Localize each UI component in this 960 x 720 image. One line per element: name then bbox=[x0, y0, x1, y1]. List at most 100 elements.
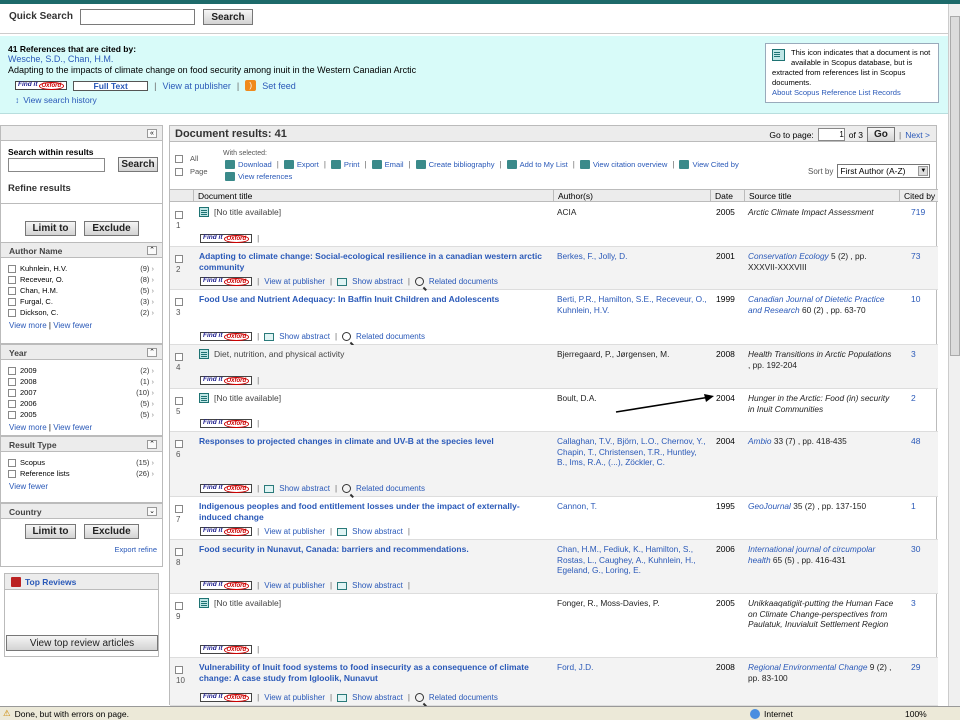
rss-icon[interactable]: ) bbox=[245, 80, 257, 91]
source-title[interactable]: International journal of circumpolar hea… bbox=[748, 544, 896, 565]
limit-to-button[interactable]: Limit to bbox=[25, 221, 76, 236]
view-at-publisher-link[interactable]: View at publisher bbox=[264, 693, 325, 702]
filter-item[interactable]: 2006 (5) › bbox=[1, 398, 162, 409]
filter-item[interactable]: 2005 (5) › bbox=[1, 409, 162, 420]
col-source-title[interactable]: Source title bbox=[744, 190, 901, 202]
document-title[interactable]: Food Use and Nutrient Adequacy: In Baffi… bbox=[199, 294, 544, 305]
find-it-oxford-button[interactable]: Find it Oxford bbox=[200, 419, 253, 428]
authors[interactable]: Berti, P.R., Hamilton, S.E., Receveur, O… bbox=[557, 294, 709, 315]
col-cited-by[interactable]: Cited by bbox=[899, 190, 938, 202]
view-more-link[interactable]: View more bbox=[9, 423, 47, 432]
source-title[interactable]: Ambio 33 (7) , pp. 418-435 bbox=[748, 436, 896, 447]
search-within-button[interactable]: Search bbox=[118, 157, 158, 172]
show-abstract-link[interactable]: Show abstract bbox=[279, 484, 330, 493]
find-it-oxford-button[interactable]: Find it Oxford bbox=[200, 376, 253, 385]
cited-by-count[interactable]: 30 bbox=[911, 544, 920, 554]
filter-checkbox[interactable] bbox=[8, 458, 16, 467]
filter-checkbox[interactable] bbox=[8, 388, 16, 397]
source-title[interactable]: Regional Environmental Change 9 (2) , pp… bbox=[748, 662, 896, 683]
view-fewer-link[interactable]: View fewer bbox=[9, 482, 48, 491]
tool-2[interactable]: Print bbox=[330, 160, 360, 169]
search-within-input[interactable] bbox=[8, 158, 105, 172]
filter-item[interactable]: 2007 (10) › bbox=[1, 387, 162, 398]
find-it-oxford-button[interactable]: Find it Oxford bbox=[200, 645, 253, 654]
row-checkbox[interactable] bbox=[175, 440, 183, 448]
filter-checkbox[interactable] bbox=[8, 297, 16, 306]
find-it-oxford-button[interactable]: Find it Oxford bbox=[200, 527, 253, 536]
col-authors[interactable]: Author(s) bbox=[553, 190, 710, 202]
cited-by-count[interactable]: 3 bbox=[911, 349, 916, 359]
set-feed-link[interactable]: Set feed bbox=[262, 81, 296, 91]
cited-by-count[interactable]: 73 bbox=[911, 251, 920, 261]
full-text-button[interactable]: Full Text bbox=[73, 80, 149, 91]
collapse-icon[interactable]: ⌃ bbox=[147, 246, 157, 255]
cited-by-count[interactable]: 29 bbox=[911, 662, 920, 672]
authors[interactable]: Berkes, F., Jolly, D. bbox=[557, 251, 709, 262]
filter-item[interactable]: Reference lists (26) › bbox=[1, 468, 162, 479]
expand-icon[interactable]: ⌄ bbox=[147, 507, 157, 516]
authors[interactable]: Cannon, T. bbox=[557, 501, 709, 512]
country-exclude-button[interactable]: Exclude bbox=[84, 524, 139, 539]
view-at-publisher-link[interactable]: View at publisher bbox=[264, 527, 325, 536]
cited-by-count[interactable]: 48 bbox=[911, 436, 920, 446]
filter-item[interactable]: Dickson, C. (2) › bbox=[1, 307, 162, 318]
filter-item[interactable]: 2008 (1) › bbox=[1, 376, 162, 387]
view-more-link[interactable]: View more bbox=[9, 321, 47, 330]
find-it-oxford-button[interactable]: Find it Oxford bbox=[15, 81, 68, 90]
tool-3[interactable]: Email bbox=[371, 160, 404, 169]
filter-item[interactable]: Furgal, C. (3) › bbox=[1, 296, 162, 307]
about-reference-records-link[interactable]: About Scopus Reference List Records bbox=[772, 88, 901, 97]
citing-authors-link[interactable]: Wesche, S.D., Chan, H.M. bbox=[8, 54, 113, 64]
export-refine-link[interactable]: Export refine bbox=[114, 545, 157, 554]
collapse-icon[interactable]: ⌃ bbox=[147, 440, 157, 449]
year-section[interactable]: Year ⌃ bbox=[0, 344, 163, 360]
row-checkbox[interactable] bbox=[175, 602, 183, 610]
row-checkbox[interactable] bbox=[175, 298, 183, 306]
exclude-button[interactable]: Exclude bbox=[84, 221, 139, 236]
filter-checkbox[interactable] bbox=[8, 377, 16, 386]
filter-checkbox[interactable] bbox=[8, 308, 16, 317]
filter-checkbox[interactable] bbox=[8, 286, 16, 295]
show-abstract-link[interactable]: Show abstract bbox=[352, 277, 403, 286]
view-at-publisher-link[interactable]: View at publisher bbox=[264, 277, 325, 286]
document-title[interactable]: Responses to projected changes in climat… bbox=[199, 436, 544, 447]
view-at-publisher-link[interactable]: View at publisher bbox=[264, 581, 325, 590]
source-title[interactable]: Canadian Journal of Dietetic Practice an… bbox=[748, 294, 896, 315]
find-it-oxford-button[interactable]: Find it Oxford bbox=[200, 581, 253, 590]
view-fewer-link[interactable]: View fewer bbox=[53, 321, 92, 330]
row-checkbox[interactable] bbox=[175, 666, 183, 674]
related-documents-link[interactable]: Related documents bbox=[429, 693, 498, 702]
document-title[interactable]: Food security in Nunavut, Canada: barrie… bbox=[199, 544, 544, 555]
col-document-title[interactable]: Document title bbox=[193, 190, 556, 202]
cited-by-count[interactable]: 10 bbox=[911, 294, 920, 304]
sort-select[interactable]: First Author (A-Z) ▼ bbox=[837, 164, 931, 178]
find-it-oxford-button[interactable]: Find it Oxford bbox=[200, 484, 253, 493]
filter-checkbox[interactable] bbox=[8, 399, 16, 408]
row-checkbox[interactable] bbox=[175, 397, 183, 405]
quick-search-button[interactable]: Search bbox=[203, 9, 253, 25]
select-all-checkbox[interactable] bbox=[175, 154, 183, 163]
related-documents-link[interactable]: Related documents bbox=[356, 484, 425, 493]
row-checkbox[interactable] bbox=[175, 548, 183, 556]
page-number-input[interactable] bbox=[817, 128, 845, 141]
authors[interactable]: Callaghan, T.V., Björn, L.O., Chernov, Y… bbox=[557, 436, 709, 468]
show-abstract-link[interactable]: Show abstract bbox=[352, 693, 403, 702]
filter-item[interactable]: Kuhnlein, H.V. (9) › bbox=[1, 263, 162, 274]
show-abstract-link[interactable]: Show abstract bbox=[352, 581, 403, 590]
find-it-oxford-button[interactable]: Find it Oxford bbox=[200, 332, 253, 341]
document-title[interactable]: Adapting to climate change: Social-ecolo… bbox=[199, 251, 544, 272]
collapse-icon[interactable]: ⌃ bbox=[147, 348, 157, 357]
collapse-sidebar-icon[interactable]: « bbox=[147, 129, 157, 138]
quick-search-input[interactable] bbox=[80, 9, 195, 25]
view-search-history-link[interactable]: View search history bbox=[23, 95, 97, 105]
scrollbar-thumb[interactable] bbox=[950, 16, 960, 356]
cited-by-count[interactable]: 2 bbox=[911, 393, 916, 403]
zoom-level[interactable]: 100% bbox=[905, 709, 927, 719]
filter-checkbox[interactable] bbox=[8, 469, 16, 478]
go-button[interactable]: Go bbox=[866, 127, 895, 142]
view-top-reviews-button[interactable]: View top review articles bbox=[6, 635, 158, 651]
source-title[interactable]: Conservation Ecology 5 (2) , pp. XXXVII-… bbox=[748, 251, 896, 272]
tool-7[interactable]: View Cited by bbox=[679, 160, 739, 169]
show-abstract-link[interactable]: Show abstract bbox=[352, 527, 403, 536]
authors[interactable]: Chan, H.M., Fediuk, K., Hamilton, S., Ro… bbox=[557, 544, 709, 576]
